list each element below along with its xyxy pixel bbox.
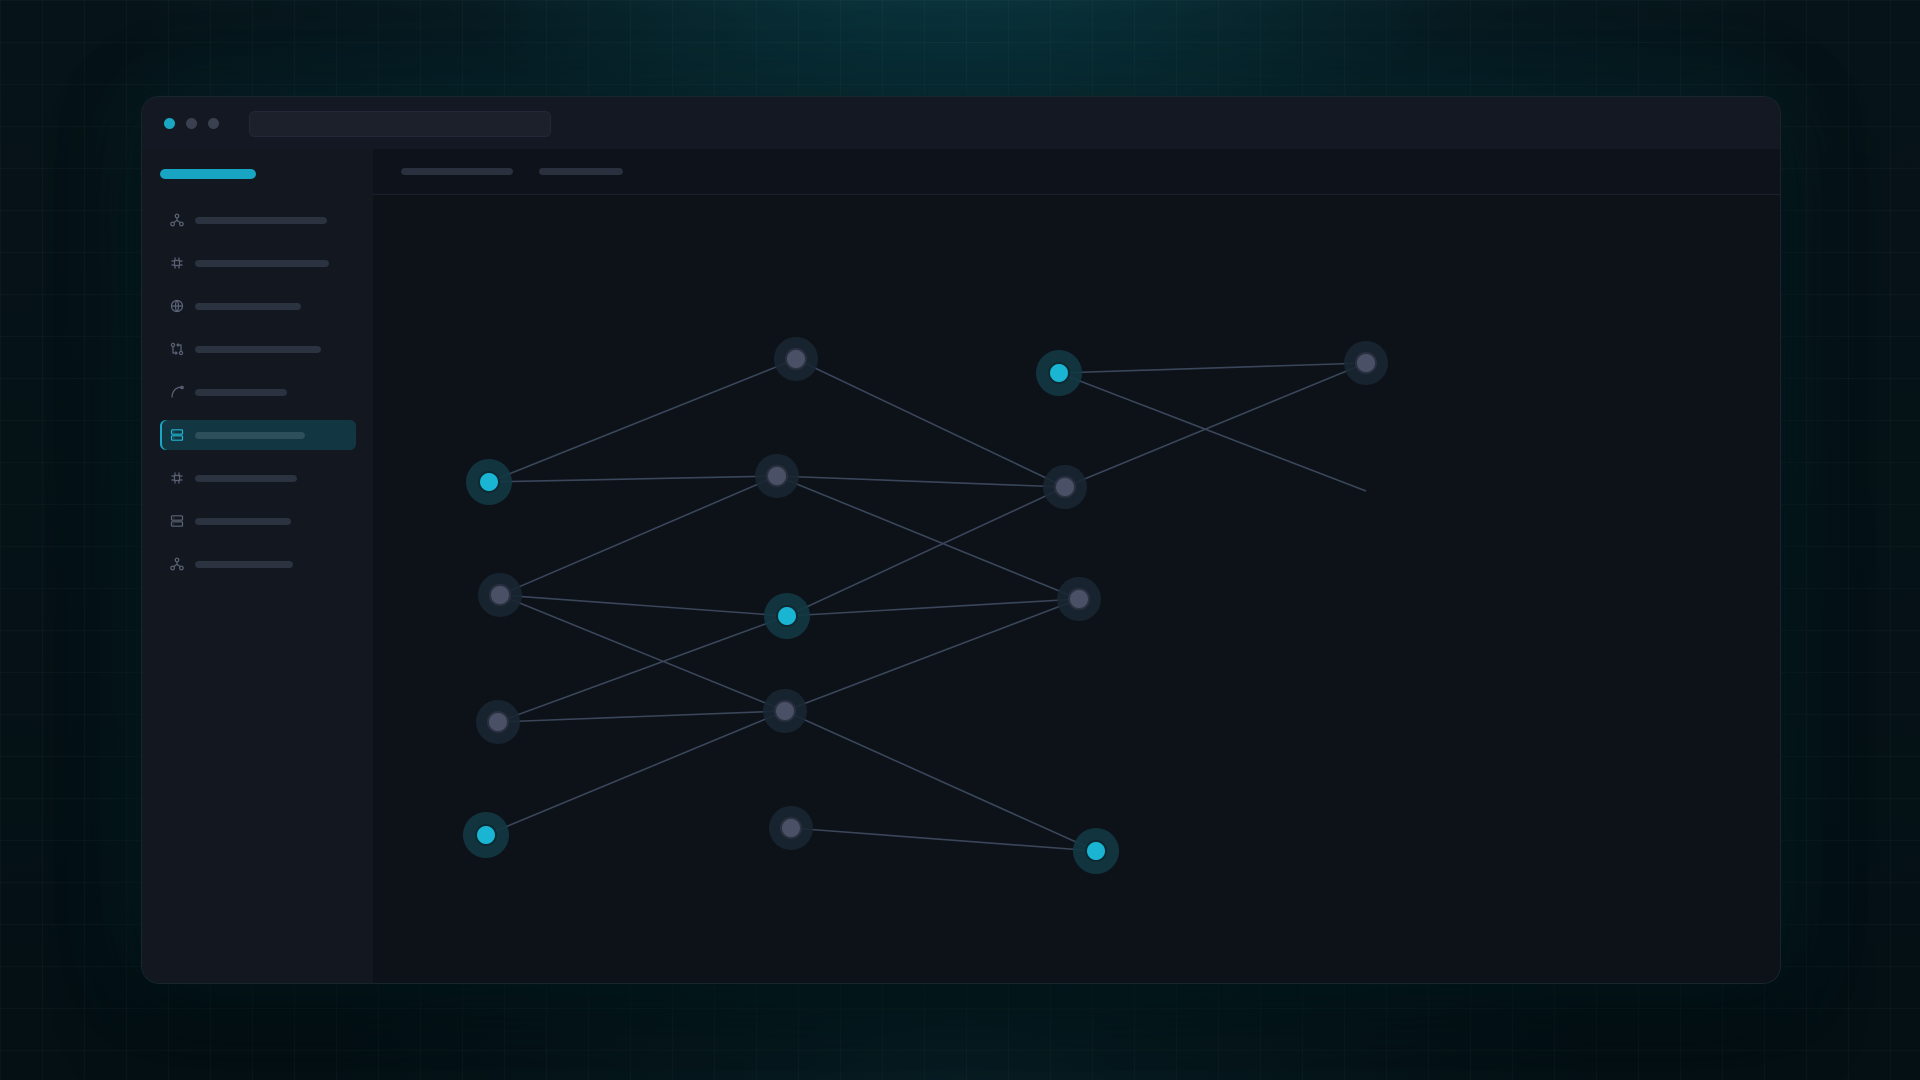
brand-logo[interactable] [160,169,256,179]
sidebar-item-8[interactable] [160,506,356,536]
node-graph[interactable] [373,195,1779,983]
graph-node-core[interactable] [774,700,796,722]
sidebar-item-label [195,217,327,224]
close-window-button[interactable] [164,118,175,129]
graph-node[interactable] [1043,465,1087,509]
sidebar-item-7[interactable] [160,463,356,493]
toolbar [373,149,1780,195]
server-icon [170,515,184,527]
tab-1[interactable] [401,168,513,175]
graph-node[interactable] [478,573,522,617]
plugin-icon [171,472,183,484]
graph-edge[interactable] [488,358,797,483]
graph-node-core[interactable] [780,817,802,839]
graph-node[interactable] [476,700,520,744]
graph-node-core[interactable] [785,348,807,370]
sidebar-item-label [195,432,305,439]
graph-canvas[interactable] [373,195,1780,983]
graph-node[interactable] [466,459,512,505]
graph-node[interactable] [763,689,807,733]
graph-edge[interactable] [776,475,1066,488]
git-compare-icon [170,342,184,356]
graph-node-core[interactable] [766,465,788,487]
graph-node-core[interactable] [489,584,511,606]
graph-node[interactable] [1057,577,1101,621]
sidebar-item-3[interactable] [160,291,356,321]
network-icon [170,557,184,571]
graph-edge[interactable] [786,486,1066,617]
sidebar-item-6[interactable] [160,420,356,450]
graph-edge[interactable] [488,475,778,483]
graph-node-core[interactable] [478,471,500,493]
graph-edge[interactable] [786,598,1080,617]
graph-node-core[interactable] [1068,588,1090,610]
graph-node-core[interactable] [1355,352,1377,374]
sidebar-item-label [195,389,287,396]
graph-node[interactable] [774,337,818,381]
graph-edge[interactable] [485,710,786,836]
title-bar [142,97,1780,150]
graph-node-core[interactable] [776,605,798,627]
globe-icon [170,299,184,313]
maximize-window-button[interactable] [208,118,219,129]
graph-node-core[interactable] [1085,840,1107,862]
graph-node[interactable] [1073,828,1119,874]
graph-edge[interactable] [499,475,778,596]
sidebar-item-label [195,346,321,353]
curve-icon [171,385,184,398]
graph-node-core[interactable] [475,824,497,846]
graph-edge[interactable] [776,475,1080,600]
graph-edge[interactable] [1058,372,1367,492]
tab-2[interactable] [539,168,623,175]
graph-node-core[interactable] [1048,362,1070,384]
sidebar-item-4[interactable] [160,334,356,364]
graph-edge[interactable] [790,827,1097,852]
graph-node-core[interactable] [1054,476,1076,498]
graph-node[interactable] [463,812,509,858]
sidebar-item-1[interactable] [160,205,356,235]
graph-node[interactable] [1344,341,1388,385]
graph-node[interactable] [755,454,799,498]
graph-edge[interactable] [1058,362,1367,374]
network-icon [170,213,184,227]
graph-node[interactable] [1036,350,1082,396]
graph-node[interactable] [769,806,813,850]
sidebar-item-label [195,303,301,310]
graph-edge[interactable] [784,710,1097,852]
app-window [141,96,1781,984]
sidebar-item-label [195,260,329,267]
graph-edge[interactable] [1064,362,1367,488]
address-bar[interactable] [249,111,551,137]
sidebar-item-label [195,475,297,482]
server-icon [170,429,184,441]
graph-edge[interactable] [784,598,1080,712]
sidebar-item-9[interactable] [160,549,356,579]
sidebar-item-2[interactable] [160,248,356,278]
sidebar-item-label [195,561,293,568]
graph-edge[interactable] [497,710,786,723]
plugin-icon [171,257,183,269]
graph-edge[interactable] [497,615,788,723]
sidebar-item-5[interactable] [160,377,356,407]
graph-node[interactable] [764,593,810,639]
graph-edge[interactable] [795,358,1066,488]
minimize-window-button[interactable] [186,118,197,129]
sidebar [142,149,374,983]
sidebar-item-label [195,518,291,525]
graph-node-core[interactable] [487,711,509,733]
